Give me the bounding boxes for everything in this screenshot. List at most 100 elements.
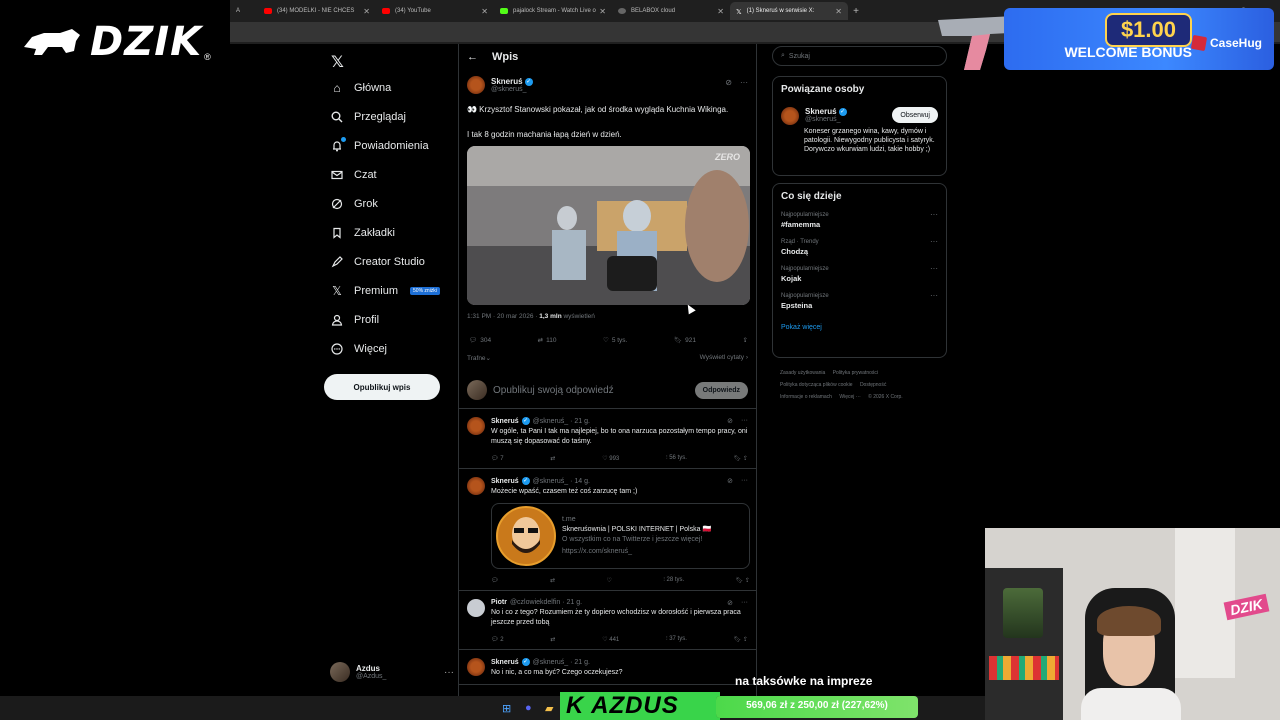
- windows-start-icon[interactable]: ⊞: [502, 702, 511, 715]
- nav-profile[interactable]: Profil: [330, 309, 379, 331]
- nav-explore[interactable]: Przeglądaj: [330, 106, 406, 128]
- like-action[interactable]: ♡ 5 tys.: [603, 336, 627, 345]
- more-icon[interactable]: ···: [444, 667, 454, 678]
- more-icon[interactable]: ···: [740, 78, 748, 87]
- reply-action[interactable]: 💬︎ 304: [469, 336, 491, 345]
- more-icon[interactable]: ···: [930, 264, 938, 273]
- close-icon[interactable]: ✕: [481, 7, 488, 16]
- reply-action[interactable]: 💬︎ 2: [491, 636, 504, 643]
- nav-creator-studio[interactable]: Creator Studio: [330, 251, 425, 273]
- back-arrow-icon[interactable]: ←: [467, 51, 478, 63]
- grok-icon[interactable]: ⊘: [727, 599, 733, 607]
- notification-dot: [341, 137, 346, 142]
- close-icon[interactable]: ✕: [717, 7, 724, 16]
- account-handle: @Azdus_: [356, 673, 387, 680]
- reply-action[interactable]: 💬︎: [491, 577, 499, 584]
- trend-item[interactable]: Najpopularniejsze Epsteina ···: [781, 291, 938, 310]
- reply-item[interactable]: Skneruś ✓ @skneruś_ · 14 g. Możecie wpaść,…: [459, 469, 756, 591]
- author-handle[interactable]: @skneruś_: [491, 86, 533, 93]
- reply-action[interactable]: 💬︎ 7: [491, 455, 504, 462]
- reply-input[interactable]: Opublikuj swoją odpowiedź: [493, 385, 689, 396]
- post-video[interactable]: ZERO: [467, 146, 750, 305]
- follow-button[interactable]: Obserwuj: [892, 107, 938, 123]
- nav-grok[interactable]: Grok: [330, 193, 378, 215]
- more-icon[interactable]: ···: [741, 477, 748, 485]
- reply-avatar[interactable]: [467, 417, 485, 435]
- reply-submit-button[interactable]: Odpowiedz: [694, 381, 748, 399]
- repost-action[interactable]: ⇄: [550, 455, 555, 462]
- channel-logo: DZIK ®: [0, 0, 230, 84]
- x-logo-icon[interactable]: 𝕏: [331, 52, 344, 72]
- nav-premium[interactable]: 𝕏 Premium 50% zniżki: [330, 280, 440, 302]
- reply-avatar[interactable]: [467, 658, 485, 676]
- trend-item[interactable]: Najpopularniejsze Kojak ···: [781, 264, 938, 283]
- repost-action[interactable]: ⇄ 110: [538, 336, 557, 345]
- close-icon[interactable]: ✕: [363, 7, 370, 16]
- reply-avatar[interactable]: [467, 477, 485, 495]
- repost-action[interactable]: ⇄: [550, 577, 555, 584]
- grok-icon[interactable]: ⊘: [725, 78, 732, 87]
- like-action[interactable]: ♡ 441: [602, 636, 619, 643]
- browser-tab[interactable]: pajalock Stream - Watch Live o ✕: [494, 2, 612, 20]
- reply-author: Skneruś: [491, 658, 519, 666]
- discord-icon[interactable]: ●: [525, 702, 532, 714]
- nav-bookmarks[interactable]: Zakładki: [330, 222, 395, 244]
- footer-link[interactable]: Więcej ···: [839, 394, 860, 400]
- sort-dropdown[interactable]: Trafne⌄: [467, 354, 491, 362]
- browser-tab-active[interactable]: 𝕏 (1) Skneruś w serwisie X: ✕: [730, 2, 848, 20]
- bookmark-action[interactable]: 🔖︎ 921: [674, 336, 696, 345]
- footer-link[interactable]: Informacje o reklamach: [780, 394, 832, 400]
- more-icon[interactable]: ···: [930, 291, 938, 300]
- link-card[interactable]: t.me Skneruśownia | POLSKI INTERNET | Po…: [491, 503, 750, 569]
- new-tab-button[interactable]: +: [848, 2, 864, 20]
- close-icon[interactable]: ✕: [599, 7, 606, 16]
- views-action[interactable]: ⫶ 37 tys.: [666, 636, 687, 643]
- show-more-link[interactable]: Pokaż więcej: [781, 324, 938, 331]
- chevron-down-icon: ⌄: [485, 355, 491, 362]
- browser-tab[interactable]: (34) YouTube ✕: [376, 2, 494, 20]
- browser-tab[interactable]: (34) MODELKI - NIE CHCES ✕: [258, 2, 376, 20]
- more-icon[interactable]: ···: [930, 237, 938, 246]
- more-icon[interactable]: ···: [741, 599, 748, 607]
- related-person[interactable]: Skneruś ✓ @skneruś_ Obserwuj: [781, 107, 938, 125]
- footer-link[interactable]: Dostępność: [860, 382, 886, 388]
- footer-link[interactable]: Polityka prywatności: [833, 370, 878, 376]
- views-action[interactable]: ⫶ 28 tys.: [663, 577, 684, 584]
- search-input[interactable]: ⌕ Szukaj: [772, 46, 947, 66]
- footer-link[interactable]: Polityka dotycząca plików cookie: [780, 382, 853, 388]
- repost-action[interactable]: ⇄: [550, 636, 555, 643]
- view-quotes-link[interactable]: Wyświetl cytaty ›: [700, 354, 748, 362]
- like-action[interactable]: ♡: [607, 577, 612, 584]
- reply-item[interactable]: Skneruś ✓ @skneruś_ · 21 g. W ogóle, ta Pa…: [459, 409, 756, 469]
- share-action[interactable]: ⇪: [743, 336, 748, 344]
- reply-item[interactable]: Skneruś ✓ @skneruś_ · 21 g. No i nic, a co…: [459, 650, 756, 685]
- author-name[interactable]: Skneruś: [491, 77, 523, 86]
- donation-goal: K AZDUS 569,06 zł z 250,00 zł (227,62%): [560, 692, 918, 720]
- grok-icon[interactable]: ⊘: [727, 417, 733, 425]
- grok-icon: [330, 197, 344, 211]
- nav-more[interactable]: Więcej: [330, 338, 387, 360]
- browser-tab[interactable]: A: [230, 2, 258, 20]
- nav-chat[interactable]: Czat: [330, 164, 377, 186]
- like-action[interactable]: ♡ 993: [602, 455, 619, 462]
- trend-item[interactable]: Rząd · Trendy Chodzą ···: [781, 237, 938, 256]
- browser-tab[interactable]: BELABOX cloud ✕: [612, 2, 730, 20]
- reply-avatar[interactable]: [467, 599, 485, 617]
- footer-link[interactable]: Zasady użytkowania: [780, 370, 825, 376]
- more-icon[interactable]: ···: [741, 417, 748, 425]
- trend-item[interactable]: Najpopularniejsze #famemma ···: [781, 210, 938, 229]
- post-button[interactable]: Opublikuj wpis: [324, 374, 440, 400]
- nav-home[interactable]: ⌂ Główna: [330, 77, 391, 99]
- reply-item[interactable]: Piotr @czlowiekdelfin · 21 g. No i co z t…: [459, 591, 756, 650]
- author-avatar[interactable]: [467, 76, 485, 94]
- account-switcher[interactable]: Azdus @Azdus_ ···: [330, 662, 454, 682]
- bookmark-icon[interactable]: 🔖︎ ⇪: [736, 577, 750, 584]
- close-icon[interactable]: ✕: [835, 7, 842, 16]
- folder-icon[interactable]: ▰: [545, 702, 553, 715]
- views-action[interactable]: ⫶ 56 tys.: [666, 455, 687, 462]
- bookmark-icon[interactable]: 🔖︎ ⇪: [734, 455, 748, 462]
- bookmark-icon[interactable]: 🔖︎ ⇪: [734, 636, 748, 643]
- grok-icon[interactable]: ⊘: [727, 477, 733, 485]
- nav-notifications[interactable]: Powiadomienia: [330, 135, 429, 157]
- more-icon[interactable]: ···: [930, 210, 938, 219]
